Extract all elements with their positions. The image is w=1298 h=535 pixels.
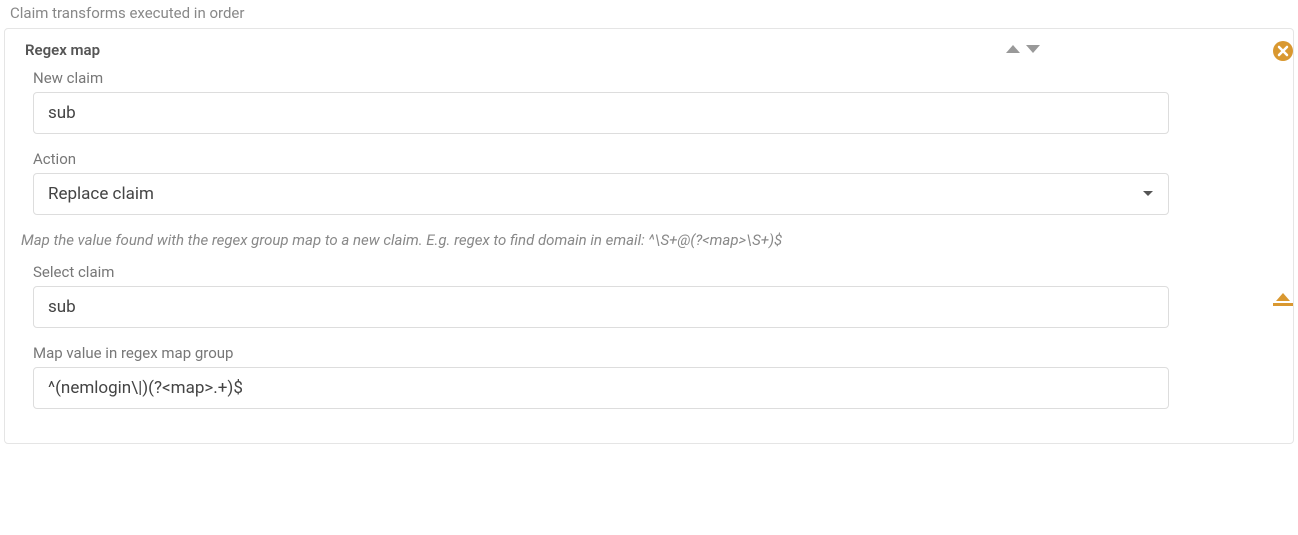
select-claim-input[interactable]: [33, 286, 1169, 328]
map-value-group: Map value in regex map group: [19, 344, 1169, 409]
regex-map-panel: Regex map New claim Action Replace cla: [4, 28, 1294, 444]
panel-title: Regex map: [19, 41, 100, 59]
panel-header: Regex map: [19, 41, 1279, 59]
move-down-icon[interactable]: [1025, 43, 1041, 55]
section-label: Claim transforms executed in order: [4, 4, 1294, 22]
select-claim-group: Select claim: [19, 263, 1169, 328]
select-claim-label: Select claim: [33, 263, 1169, 281]
map-value-label: Map value in regex map group: [33, 344, 1169, 362]
help-text: Map the value found with the regex group…: [21, 231, 1169, 249]
new-claim-group: New claim: [19, 69, 1169, 134]
move-up-icon[interactable]: [1005, 43, 1021, 55]
collapse-icon[interactable]: [1273, 293, 1293, 306]
action-select[interactable]: Replace claim: [33, 173, 1169, 215]
action-label: Action: [33, 150, 1169, 168]
map-value-input[interactable]: [33, 367, 1169, 409]
new-claim-label: New claim: [33, 69, 1169, 87]
close-icon[interactable]: [1273, 41, 1293, 61]
new-claim-input[interactable]: [33, 92, 1169, 134]
form-content: New claim Action Replace claim Map the v…: [19, 69, 1279, 409]
reorder-controls: [1005, 43, 1041, 55]
action-group: Action Replace claim: [19, 150, 1169, 215]
